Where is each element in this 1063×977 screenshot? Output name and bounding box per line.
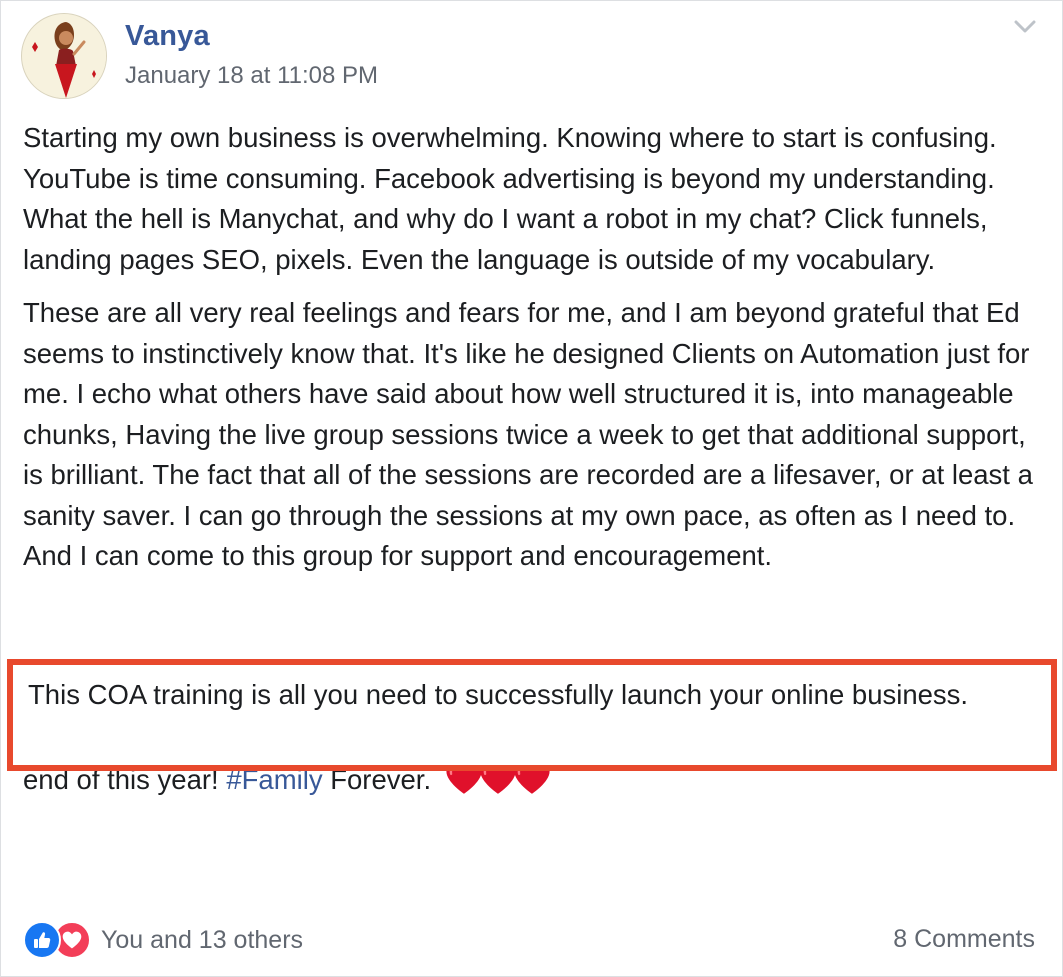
reactions-text[interactable]: You and 13 others (101, 926, 303, 955)
highlight-box: This COA training is all you need to suc… (7, 659, 1057, 771)
reactions-summary[interactable]: You and 13 others (23, 920, 303, 960)
post-card: Vanya January 18 at 11:08 PM Starting my… (0, 0, 1063, 977)
comments-count-link[interactable]: 8 Comments (893, 925, 1035, 954)
post-paragraph: Starting my own business is overwhelming… (23, 122, 997, 275)
post-timestamp[interactable]: January 18 at 11:08 PM (125, 62, 378, 90)
like-icon (23, 921, 61, 959)
avatar-illustration (23, 15, 106, 98)
chevron-down-icon[interactable] (1014, 19, 1036, 35)
post-paragraph: These are all very real feelings and fea… (23, 297, 1033, 571)
author-name[interactable]: Vanya (125, 20, 210, 53)
avatar[interactable] (21, 13, 107, 99)
highlighted-paragraph: This COA training is all you need to suc… (28, 679, 969, 710)
